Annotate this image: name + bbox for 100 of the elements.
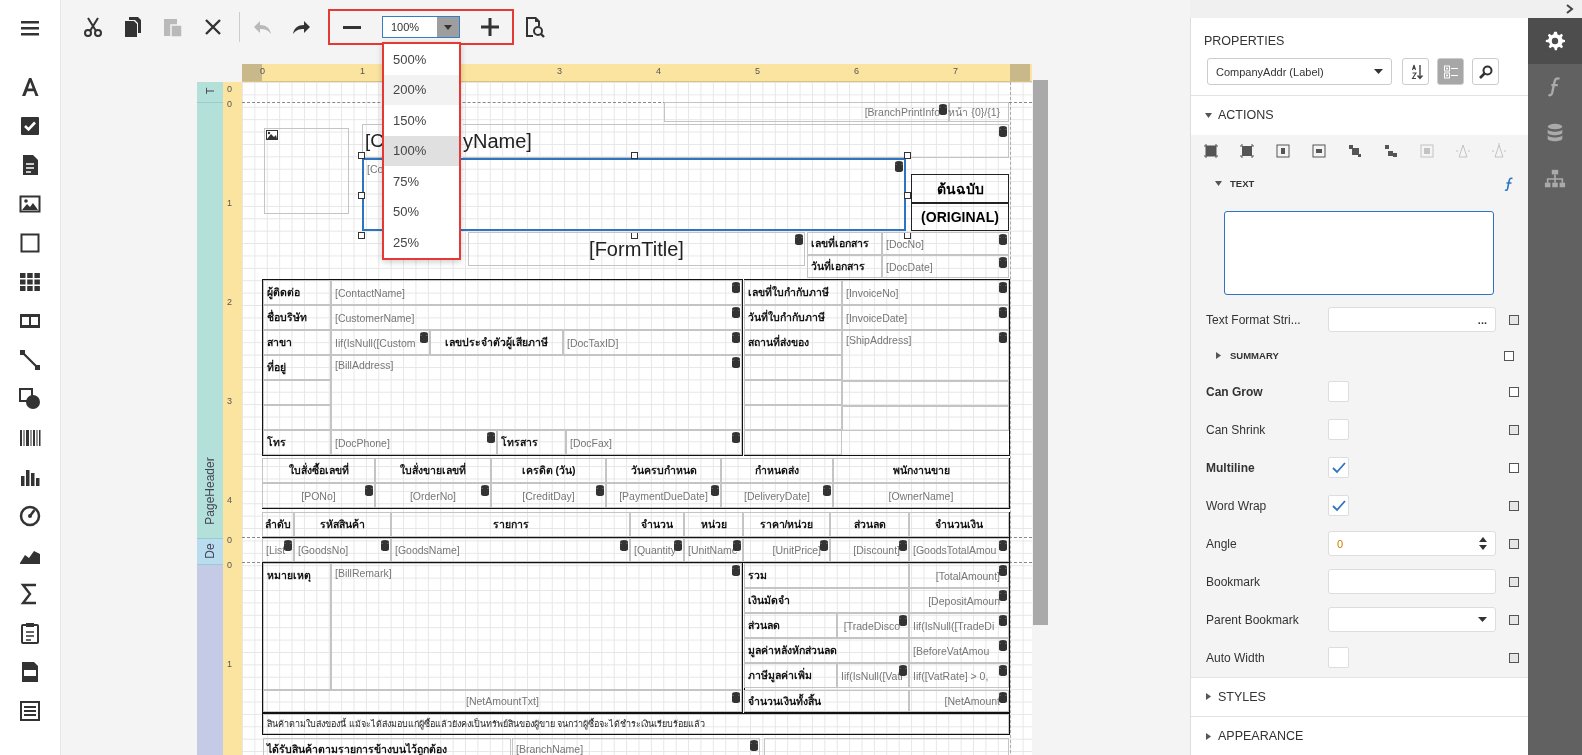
report-cell[interactable] [842, 381, 1009, 406]
resize-handle[interactable] [904, 191, 911, 199]
resize-handle[interactable] [631, 232, 638, 239]
data-field[interactable]: [BillAddress] [331, 355, 742, 430]
text-field[interactable] [1328, 569, 1496, 595]
data-field[interactable]: [PONo] [262, 483, 375, 508]
column-header[interactable]: พนักงานขาย [833, 458, 1009, 483]
column-header[interactable]: จำนวนเงิน [909, 512, 1009, 537]
checkbox[interactable] [1328, 457, 1349, 479]
function-icon[interactable] [1504, 177, 1514, 191]
data-field[interactable]: [GoodsName] [391, 538, 630, 562]
report-label[interactable]: ส่วนลด [744, 613, 837, 638]
checkbox[interactable] [1328, 381, 1349, 403]
layout-action-icon[interactable] [1239, 143, 1255, 159]
report-label[interactable]: วันที่เอกสาร [807, 255, 882, 278]
data-field[interactable]: [BillRemark] [331, 563, 742, 690]
report-label[interactable]: มูลค่าหลังหักส่วนลด [744, 638, 909, 663]
report-cell[interactable] [744, 380, 842, 405]
layout-action-icon[interactable] [1383, 143, 1399, 159]
data-field[interactable]: [InvoiceNo] [842, 280, 1009, 305]
data-field[interactable]: [ShipAddress] [842, 330, 1009, 381]
checkbox[interactable] [1328, 647, 1349, 669]
clipboard-icon[interactable] [18, 621, 42, 645]
data-field[interactable]: [CustomerName] [331, 305, 742, 330]
spin-down-icon[interactable] [1479, 545, 1487, 551]
data-field[interactable]: [NetAmount [909, 690, 1009, 712]
resize-handle[interactable] [904, 232, 911, 239]
report-label[interactable]: โทรสาร [497, 430, 566, 455]
panel-tool-icon[interactable] [18, 231, 42, 255]
default-value-marker[interactable] [1509, 615, 1519, 625]
report-label[interactable]: จำนวนเงินทั้งสิ้น [744, 690, 909, 712]
settings-tab[interactable] [1528, 18, 1582, 64]
report-label[interactable]: ต้นฉบับ [911, 174, 1009, 203]
spin-up-icon[interactable] [1479, 537, 1487, 543]
layout-action-icon[interactable] [1275, 143, 1291, 159]
zoom-select[interactable]: 100% [382, 16, 460, 38]
data-field[interactable]: [InvoiceDate] [842, 305, 1009, 330]
resize-handle[interactable] [631, 152, 638, 159]
data-field[interactable]: [CreditDay] [491, 483, 606, 508]
resize-handle[interactable] [358, 232, 365, 239]
column-header[interactable]: จำนวน [630, 512, 684, 537]
data-field[interactable]: หน้า {0}/{1} [949, 102, 1009, 122]
report-cell[interactable] [263, 405, 331, 430]
report-label[interactable]: เลขที่ใบกำกับภาษี [744, 280, 842, 305]
data-field[interactable]: Iif(IsNull([Custom [331, 330, 430, 355]
data-field[interactable]: [PaymentDueDate] [606, 483, 721, 508]
report-cell[interactable] [744, 405, 842, 430]
default-value-marker[interactable] [1509, 577, 1519, 587]
default-value-marker[interactable] [1509, 425, 1519, 435]
data-field[interactable]: [GoodsTotalAmou [909, 538, 1009, 562]
line-tool-icon[interactable] [18, 348, 42, 372]
caret-right-icon[interactable] [1215, 352, 1222, 360]
data-field[interactable]: [DocFax] [566, 430, 742, 455]
column-header[interactable]: วันครบกำหนด [606, 458, 721, 483]
column-header[interactable]: เครดิต (วัน) [491, 458, 606, 483]
ellipsis-button[interactable]: ... [1477, 314, 1487, 326]
menu-item[interactable]: 150% [384, 105, 459, 136]
data-field[interactable]: [BeforeVatAmou [909, 638, 1009, 663]
default-value-marker[interactable] [1509, 539, 1519, 549]
menu-item[interactable]: 50% [384, 196, 459, 227]
menu-item[interactable]: 75% [384, 166, 459, 197]
default-value-marker[interactable] [1509, 315, 1519, 325]
report-title[interactable]: [FormTitle] [468, 232, 805, 266]
data-field[interactable]: [DocPhone] [331, 430, 497, 455]
resize-handle[interactable] [358, 152, 365, 159]
column-header[interactable]: ส่วนลด [830, 512, 909, 537]
checkbox-tool-icon[interactable] [18, 114, 42, 138]
checkbox[interactable] [1328, 495, 1349, 517]
report-cell[interactable] [263, 380, 331, 405]
default-value-marker[interactable] [1509, 501, 1519, 511]
report-cell[interactable] [764, 738, 1009, 755]
column-header[interactable]: ใบสั่งขายเลขที่ [375, 458, 491, 483]
shape-tool-icon[interactable] [18, 387, 42, 411]
report-label[interactable]: โทร [263, 430, 331, 455]
data-field[interactable]: [DocNo] [882, 232, 1009, 255]
layout-action-icon[interactable] [1203, 143, 1219, 159]
menu-item[interactable]: 25% [384, 227, 459, 258]
data-field[interactable]: Iif([VatRate] > 0, [909, 663, 1009, 688]
chevron-right-icon[interactable] [1565, 4, 1574, 14]
data-field[interactable]: [BranchPrintInfo [664, 102, 949, 122]
menu-item[interactable]: 100% [384, 135, 459, 166]
column-header[interactable]: ราคา/หน่วย [743, 512, 830, 537]
resize-handle[interactable] [358, 191, 365, 199]
note-text[interactable]: สินค้าตามใบส่งของนี้ แม้จะได้ส่งมอบแก่ผู้ซื้อแล้วยังคงเป็นทรัพย์สินของผู้ขาย จนกว่าผู้ซื้อจะได้ชำระเงินเรียบร้อยแล้ว [263, 714, 1009, 734]
report-label[interactable]: วันที่ใบกำกับภาษี [744, 305, 842, 330]
data-field[interactable]: [NetAmountTxt] [263, 690, 742, 712]
report-label[interactable]: เงินมัดจำ [744, 588, 909, 613]
data-field[interactable]: [TradeDisco [837, 613, 909, 638]
default-value-marker[interactable] [1509, 387, 1519, 397]
report-label[interactable]: ที่อยู่ [263, 355, 331, 380]
data-field[interactable]: Iif(IsNull([TradeDi [909, 613, 1009, 638]
search-button[interactable] [1472, 58, 1499, 85]
report-title[interactable]: yName] [463, 124, 1009, 158]
column-header[interactable]: ลำดับ [262, 512, 294, 537]
report-label[interactable]: สาขา [263, 330, 331, 355]
data-field[interactable]: [TotalAmount] [909, 563, 1009, 588]
data-field[interactable]: [List [262, 538, 294, 562]
gauge-icon[interactable] [18, 504, 42, 528]
list-icon[interactable] [18, 699, 42, 723]
layout-action-icon[interactable] [1311, 143, 1327, 159]
